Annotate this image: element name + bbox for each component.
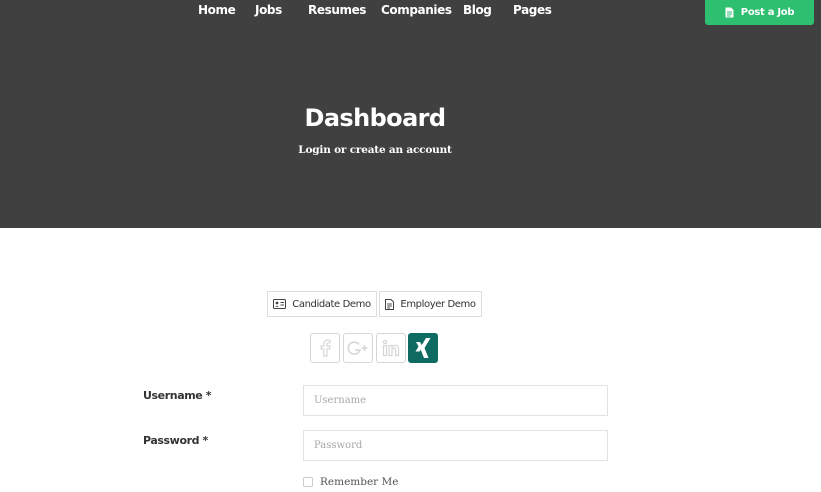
remember-me-row: Remember Me (303, 476, 399, 488)
linkedin-login-button[interactable] (376, 333, 406, 363)
xing-icon (414, 337, 432, 359)
post-job-label: Post a Job (740, 7, 795, 18)
post-job-button[interactable]: Post a Job (705, 0, 814, 25)
facebook-login-button[interactable] (310, 333, 340, 363)
google-plus-login-button[interactable] (343, 333, 373, 363)
page-header: Home Jobs Resumes Companies Blog Pages P… (0, 0, 821, 228)
nav-item-companies[interactable]: Companies (381, 3, 452, 17)
nav-item-pages[interactable]: Pages (513, 3, 552, 17)
employer-demo-button[interactable]: Employer Demo (379, 291, 482, 317)
username-input[interactable] (303, 385, 608, 416)
password-label: Password * (143, 434, 208, 447)
remember-me-label[interactable]: Remember Me (320, 476, 399, 488)
page-subtitle: Login or create an account (298, 144, 452, 156)
candidate-demo-label: Candidate Demo (292, 298, 371, 310)
remember-me-checkbox[interactable] (303, 477, 313, 487)
page-title: Dashboard (304, 104, 447, 132)
xing-login-button[interactable] (408, 333, 438, 363)
nav-item-home[interactable]: Home (198, 3, 236, 17)
document-icon (725, 7, 734, 18)
linkedin-icon (382, 339, 400, 357)
nav-item-blog[interactable]: Blog (463, 3, 492, 17)
candidate-demo-button[interactable]: Candidate Demo (267, 291, 377, 317)
password-input[interactable] (303, 430, 608, 461)
document-icon (385, 298, 395, 310)
nav-item-resumes[interactable]: Resumes (308, 3, 366, 17)
nav-item-jobs[interactable]: Jobs (255, 3, 282, 17)
employer-demo-label: Employer Demo (400, 298, 476, 310)
id-card-icon (273, 299, 287, 309)
username-label: Username * (143, 389, 212, 402)
facebook-icon (318, 339, 332, 357)
google-plus-icon (347, 339, 369, 357)
